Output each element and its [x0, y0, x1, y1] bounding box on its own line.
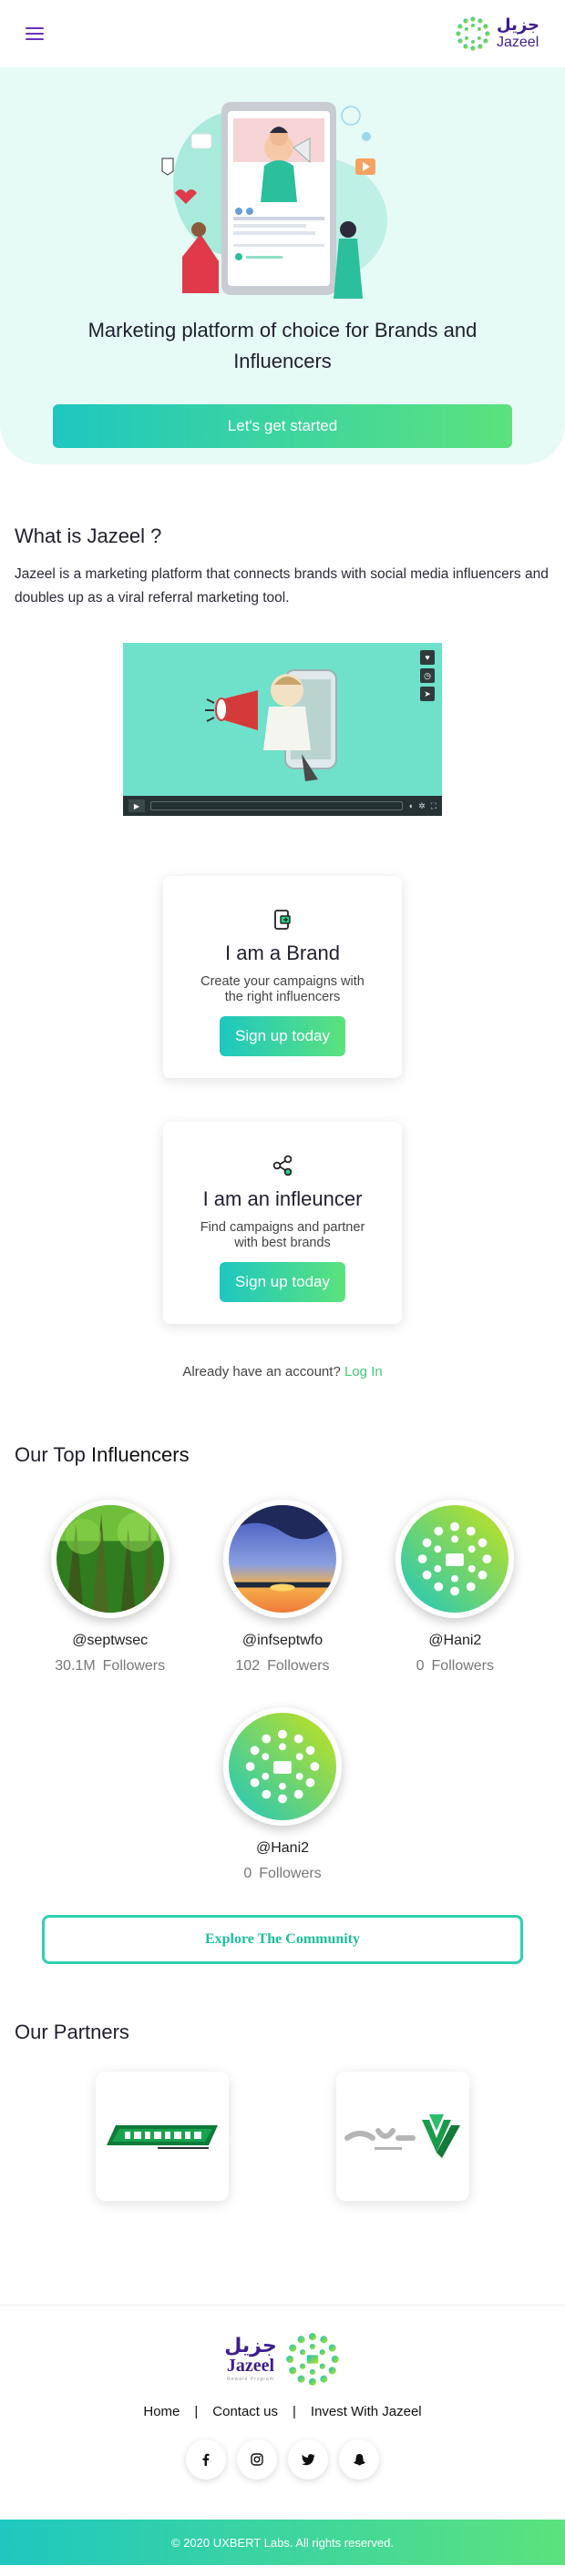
about-heading: What is Jazeel ? — [15, 524, 162, 547]
get-started-button[interactable]: Let's get started — [53, 404, 512, 448]
brand-icon — [274, 910, 291, 930]
logo-arabic-text: جزيل — [497, 15, 539, 35]
volume-icon[interactable]: ◖ — [408, 801, 413, 810]
sunset-lake-photo — [228, 1505, 336, 1613]
follower-count: 0 — [243, 1866, 252, 1881]
brand-signup-button[interactable]: Sign up today — [220, 1016, 345, 1056]
footer-logo-tagline: Reward Program — [227, 2377, 274, 2383]
about-section: What is Jazeel ? Jazeel is a marketing p… — [0, 464, 565, 816]
brand-card-description: Create your campaigns with the right inf… — [200, 974, 365, 1004]
followers-label: Followers — [267, 1658, 330, 1674]
fullscreen-icon[interactable]: ⛶ — [431, 801, 437, 811]
influencer-card[interactable]: @Hani2 0 Followers — [200, 1707, 365, 1882]
copyright-bar: © 2020 UXBERT Labs. All rights reserved. — [0, 2520, 565, 2565]
header-logo[interactable]: جزيل Jazeel — [455, 15, 539, 52]
twitter-icon[interactable] — [288, 2439, 328, 2479]
influencer-followers: 0 Followers — [373, 1658, 537, 1675]
footer-link-invest[interactable]: Invest With Jazeel — [311, 2404, 422, 2419]
forest-photo — [56, 1505, 164, 1613]
influencer-followers: 30.1M Followers — [28, 1658, 192, 1675]
partner-logo-2[interactable] — [336, 2072, 469, 2201]
influencer-card[interactable]: @septwsec 30.1M Followers — [28, 1500, 192, 1675]
default-avatar-jazeel-icon — [229, 1713, 336, 1820]
video-controls-bar: ▶ ◖ ✲ ⛶ — [123, 796, 442, 816]
influencers-heading-strong: Influencers — [90, 1443, 190, 1466]
influencer-avatar[interactable] — [396, 1500, 515, 1618]
play-icon[interactable]: ▶ — [128, 799, 145, 812]
brand-signup-card: I am a Brand Create your campaigns with … — [163, 876, 402, 1078]
hero-phone-influencer-illustration — [161, 102, 387, 299]
partner-logos — [15, 2072, 550, 2201]
followers-label: Followers — [102, 1658, 166, 1674]
social-links — [0, 2439, 565, 2479]
snapchat-icon[interactable] — [339, 2439, 379, 2479]
facebook-icon[interactable] — [186, 2439, 226, 2479]
site-footer: جزيل Jazeel Reward Program Home | Contac… — [0, 2305, 565, 2565]
top-header: جزيل Jazeel — [0, 0, 565, 67]
settings-gear-icon[interactable]: ✲ — [418, 801, 426, 811]
login-prompt: Already have an account? Log In — [0, 1364, 565, 1380]
hamburger-menu-icon[interactable] — [26, 27, 44, 40]
jazeel-logo-mark-icon — [456, 16, 490, 51]
instagram-icon[interactable] — [237, 2439, 277, 2479]
login-prompt-text: Already have an account? — [182, 1364, 341, 1380]
partners-heading: Our Partners — [15, 2021, 129, 2043]
video-progress-track[interactable] — [150, 801, 403, 810]
influencer-handle[interactable]: @septwsec — [28, 1633, 192, 1649]
video-thumbnail-illustration — [123, 643, 442, 796]
influencer-card[interactable]: @Hani2 0 Followers — [373, 1500, 537, 1675]
influencer-avatar[interactable] — [50, 1500, 170, 1618]
partners-section: Our Partners — [0, 1964, 565, 2201]
followers-label: Followers — [431, 1658, 494, 1674]
signup-cards-section: I am a Brand Create your campaigns with … — [0, 816, 565, 1380]
influencer-followers: 0 Followers — [200, 1866, 365, 1882]
influencer-handle[interactable]: @infseptwfo — [200, 1633, 365, 1649]
share-icon — [272, 1155, 293, 1176]
logo-english-text: Jazeel — [497, 35, 539, 50]
top-influencers-section: Our Top Influencers @septwsec 30.1M Follo… — [0, 1380, 565, 1964]
influencer-followers: 102 Followers — [200, 1658, 365, 1675]
footer-nav: Home | Contact us | Invest With Jazeel — [0, 2404, 565, 2419]
influencer-avatar[interactable] — [222, 1500, 342, 1618]
default-avatar-jazeel-icon — [401, 1505, 509, 1613]
video-side-actions: ♥ ◷ ➤ — [420, 650, 435, 701]
influencer-card-description: Find campaigns and partner with best bra… — [200, 1220, 365, 1250]
partner-logo-1[interactable] — [96, 2072, 229, 2201]
about-text: Jazeel is a marketing platform that conn… — [15, 566, 549, 606]
footer-logo[interactable]: جزيل Jazeel Reward Program — [224, 2331, 340, 2388]
footer-link-contact[interactable]: Contact us — [212, 2404, 278, 2419]
follower-count: 102 — [235, 1658, 261, 1674]
influencers-heading: Our Top Influencers — [15, 1443, 550, 1467]
footer-logo-arabic: جزيل — [224, 2335, 277, 2358]
footer-logo-english: Jazeel — [226, 2356, 275, 2377]
follower-count: 30.1M — [55, 1658, 96, 1674]
influencer-handle[interactable]: @Hani2 — [200, 1840, 365, 1857]
intro-video-player[interactable]: ♥ ◷ ➤ ▶ ◖ ✲ ⛶ — [123, 643, 442, 816]
share-arrow-icon[interactable]: ➤ — [420, 687, 435, 701]
influencer-grid: @septwsec 30.1M Followers @infseptwfo 102… — [15, 1500, 550, 1915]
explore-community-button[interactable]: Explore The Community — [42, 1915, 523, 1964]
nav-separator: | — [293, 2404, 296, 2419]
green-emblem-partner-logo — [344, 2114, 460, 2158]
follower-count: 0 — [416, 1658, 425, 1674]
influencer-card-title: I am an infleuncer — [202, 1187, 363, 1210]
hero-title: Marketing platform of choice for Brands … — [87, 319, 478, 372]
influencer-handle[interactable]: @Hani2 — [373, 1633, 537, 1649]
influencer-signup-card: I am an infleuncer Find campaigns and pa… — [163, 1122, 402, 1324]
brand-card-title: I am a Brand — [225, 942, 340, 964]
nav-separator: | — [194, 2404, 199, 2419]
hero-section: Marketing platform of choice for Brands … — [0, 67, 565, 464]
influencers-heading-prefix: Our Top — [15, 1443, 86, 1466]
clock-icon[interactable]: ◷ — [420, 668, 435, 683]
jazeel-logo-mark-icon — [285, 2333, 339, 2386]
copyright-text: © 2020 UXBERT Labs. All rights reserved. — [171, 2535, 394, 2550]
influencer-card[interactable]: @infseptwfo 102 Followers — [200, 1500, 365, 1675]
login-link[interactable]: Log In — [344, 1364, 383, 1380]
footer-link-home[interactable]: Home — [143, 2404, 180, 2419]
heart-icon[interactable]: ♥ — [420, 650, 435, 665]
followers-label: Followers — [259, 1866, 322, 1881]
influencer-avatar[interactable] — [223, 1707, 342, 1826]
influencer-signup-button[interactable]: Sign up today — [220, 1262, 345, 1302]
green-wordmark-partner-logo — [107, 2125, 218, 2149]
